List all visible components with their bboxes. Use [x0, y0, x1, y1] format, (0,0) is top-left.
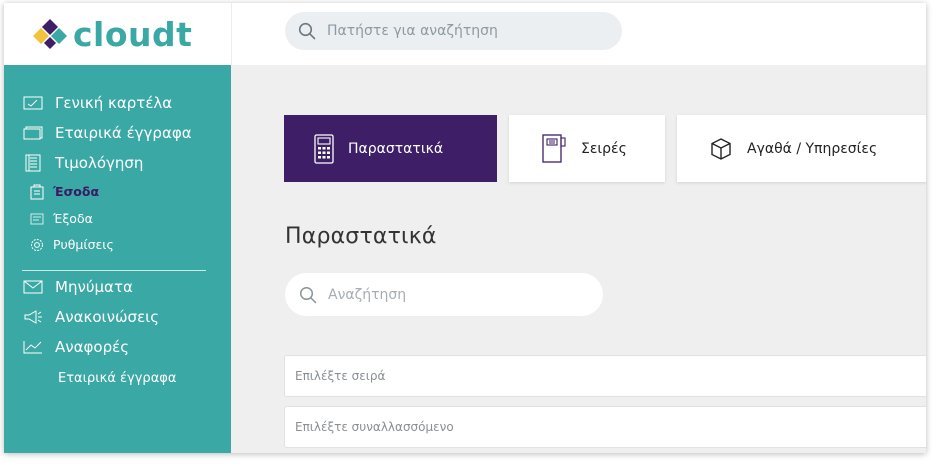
chart-icon: [22, 339, 44, 355]
documents-search-bar[interactable]: [285, 273, 603, 316]
app-window: cloudt Γενική καρτέλα Εταιρικά έγγραφα: [4, 3, 926, 453]
sidebar-divider: [22, 270, 206, 271]
sidebar-item-company-documents[interactable]: Εταιρικά έγγραφα: [22, 124, 192, 142]
tab-label: Σειρές: [581, 140, 627, 157]
notebook-icon: [541, 133, 567, 164]
series-select[interactable]: Επιλέξτε σειρά: [284, 355, 926, 397]
logo-diamond-icon: [33, 19, 67, 49]
sidebar-link-company-documents[interactable]: Εταιρικά έγγραφα: [58, 371, 176, 386]
income-icon: [29, 184, 44, 199]
search-icon: [299, 286, 317, 303]
cloudt-logo[interactable]: cloudt: [31, 15, 192, 53]
counterparty-select[interactable]: Επιλέξτε συναλλασσόμενο: [284, 406, 926, 448]
sidebar-item-label: Ανακοινώσεις: [55, 308, 160, 326]
sidebar-item-messages[interactable]: Μηνύματα: [22, 278, 133, 296]
envelope-icon: [22, 279, 44, 295]
tab-documents[interactable]: Παραστατικά: [284, 115, 497, 182]
page-title: Παραστατικά: [285, 224, 437, 249]
sidebar-subitem-label: Έξοδα: [53, 211, 93, 226]
search-icon: [298, 22, 316, 40]
tab-label: Παραστατικά: [348, 140, 444, 157]
sidebar-item-label: Γενική καρτέλα: [55, 94, 173, 112]
megaphone-icon: [22, 309, 44, 325]
series-select-placeholder: Επιλέξτε σειρά: [295, 369, 386, 383]
tab-series[interactable]: Σειρές: [509, 115, 665, 182]
tab-label: Αγαθά / Υπηρεσίες: [747, 140, 878, 157]
sidebar-item-label: Μηνύματα: [55, 278, 133, 296]
sidebar-item-general[interactable]: Γενική καρτέλα: [22, 94, 172, 112]
tab-goods-services[interactable]: Αγαθά / Υπηρεσίες: [677, 115, 926, 182]
top-header: cloudt: [4, 3, 926, 65]
logo-area: cloudt: [4, 3, 232, 65]
sidebar-item-label: Αναφορές: [55, 338, 130, 356]
documents-search-input[interactable]: [326, 285, 600, 304]
sidebar: Γενική καρτέλα Εταιρικά έγγραφα Τιμολόγη…: [4, 65, 231, 453]
box-icon: [709, 137, 733, 161]
brand-name: cloudt: [73, 14, 193, 54]
sidebar-item-announcements[interactable]: Ανακοινώσεις: [22, 308, 159, 326]
invoice-icon: [22, 154, 44, 172]
sidebar-subitem-label: Έσοδα: [53, 184, 100, 199]
sidebar-item-label: Τιμολόγηση: [55, 154, 144, 172]
global-search-input[interactable]: [325, 22, 599, 40]
calculator-icon: [314, 133, 334, 164]
global-search-bar[interactable]: [285, 12, 622, 50]
settings-gear-icon: [29, 237, 44, 252]
dashboard-icon: [22, 95, 44, 111]
sidebar-subitem-settings[interactable]: Ρυθμίσεις: [29, 237, 114, 252]
sidebar-item-invoicing[interactable]: Τιμολόγηση: [22, 154, 143, 172]
sidebar-subitem-expenses[interactable]: Έξοδα: [29, 211, 93, 226]
sidebar-subitem-label: Ρυθμίσεις: [53, 237, 114, 252]
sidebar-item-label: Εταιρικά έγγραφα: [55, 124, 192, 142]
sidebar-subitem-income[interactable]: Έσοδα: [29, 184, 99, 199]
counterparty-select-placeholder: Επιλέξτε συναλλασσόμενο: [295, 420, 454, 434]
documents-icon: [22, 125, 44, 141]
sidebar-item-reports[interactable]: Αναφορές: [22, 338, 129, 356]
expenses-icon: [29, 211, 44, 226]
